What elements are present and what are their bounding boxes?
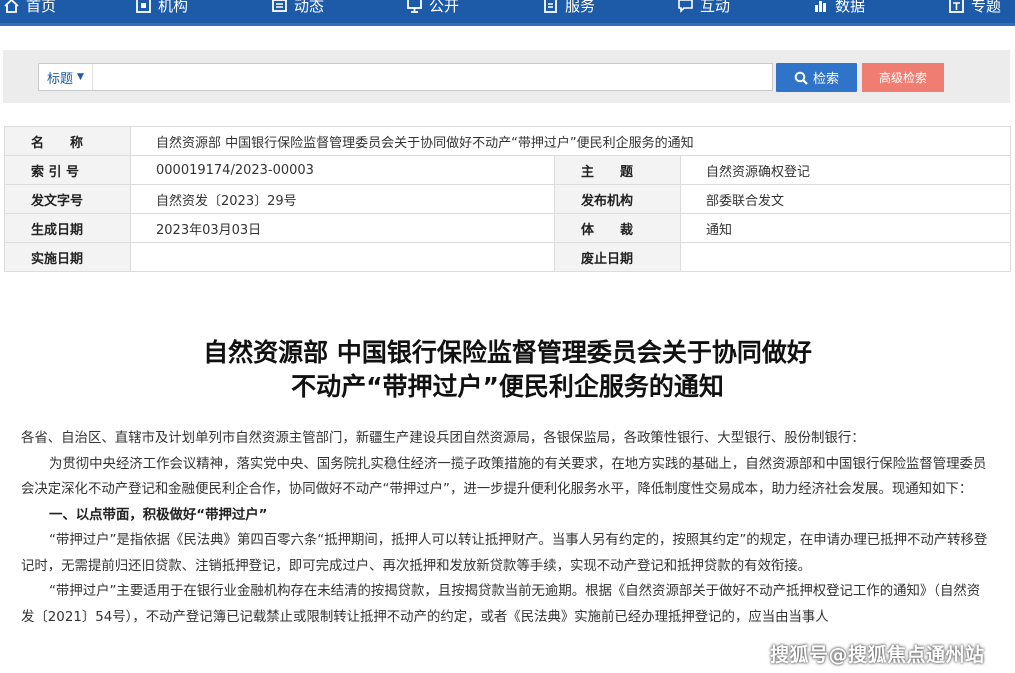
search-icon	[794, 71, 808, 85]
search-bar: 标题 ▼	[3, 50, 1010, 103]
article-salutation: 各省、自治区、直辖市及计划单列市自然资源主管部门，新疆生产建设兵团自然资源局，各…	[21, 431, 865, 446]
expire-label: 废止日期	[554, 242, 681, 272]
docno-value: 自然资发〔2023〕29号	[130, 184, 555, 214]
article-title-line1: 自然资源部 中国银行保险监督管理委员会关于协同做好	[203, 338, 812, 367]
nav-label: 公开	[429, 0, 460, 15]
search-button-label: 检索	[812, 72, 839, 87]
docno-label: 发文字号	[4, 184, 131, 214]
search-button[interactable]: 检索	[776, 63, 857, 92]
table-row: 生成日期 2023年03月03日 体 裁 通知	[4, 213, 1012, 243]
table-row: 名 称 自然资源部 中国银行保险监督管理委员会关于协同做好不动产“带押过户”便民…	[4, 126, 1012, 156]
watermark: 搜狐号@搜狐焦点通州站	[770, 644, 985, 666]
table-row: 索 引 号 000019174/2023-00003 主 题 自然资源确权登记	[4, 155, 1012, 185]
topic-value: 自然资源确权登记	[679, 155, 1012, 185]
genre-value: 通知	[679, 213, 1012, 243]
monitor-icon	[407, 0, 422, 13]
nav-item-home[interactable]: 首页	[4, 0, 56, 16]
expire-value	[679, 242, 1012, 272]
home-icon	[4, 0, 19, 13]
document-info-table: 名 称 自然资源部 中国银行保险监督管理委员会关于协同做好不动产“带押过户”便民…	[4, 126, 1012, 272]
section-heading: 一、以点带面，积极做好“带押过户”	[49, 507, 268, 523]
name-label: 名 称	[4, 126, 131, 156]
nav-label: 动态	[294, 0, 325, 15]
nav-label: 首页	[26, 0, 57, 15]
table-row: 实施日期 废止日期	[4, 242, 1012, 272]
name-value: 自然资源部 中国银行保险监督管理委员会关于协同做好不动产“带押过户”便民利企服务…	[129, 126, 1012, 156]
topic-label: 主 题	[554, 155, 681, 185]
chart-icon	[813, 0, 828, 13]
effective-value	[130, 242, 555, 272]
chat-icon	[678, 0, 693, 13]
table-row: 发文字号 自然资发〔2023〕29号 发布机构 部委联合发文	[4, 184, 1012, 214]
effective-label: 实施日期	[4, 242, 131, 272]
nav-item-org[interactable]: 机构	[136, 0, 188, 16]
org-icon	[136, 0, 151, 13]
advanced-search-button[interactable]: 高级检索	[862, 63, 944, 92]
index-value: 000019174/2023-00003	[130, 155, 555, 185]
search-input[interactable]	[97, 66, 767, 88]
caret-down-icon: ▼	[77, 72, 84, 82]
nav-label: 服务	[565, 0, 596, 15]
nav-item-topic[interactable]: 专题	[949, 0, 1001, 16]
nav-label: 机构	[158, 0, 189, 15]
article-title-line2: 不动产“带押过户”便民利企服务的通知	[291, 372, 724, 401]
advanced-search-label: 高级检索	[878, 71, 927, 85]
nav-item-data[interactable]: 数据	[813, 0, 865, 16]
nav-label: 数据	[835, 0, 866, 15]
article-paragraph: “带押过户”主要适用于在银行业金融机构存在未结清的按揭贷款，且按揭贷款当前无逾期…	[21, 584, 981, 625]
created-label: 生成日期	[4, 213, 131, 243]
nav-item-public[interactable]: 公开	[407, 0, 459, 16]
news-icon	[272, 0, 287, 13]
nav-item-service[interactable]: 服务	[543, 0, 595, 16]
genre-label: 体 裁	[554, 213, 681, 243]
created-value: 2023年03月03日	[130, 213, 555, 243]
search-field-select[interactable]: 标题 ▼	[39, 64, 93, 90]
article-title: 自然资源部 中国银行保险监督管理委员会关于协同做好 不动产“带押过户”便民利企服…	[0, 336, 1015, 404]
document-icon	[543, 0, 558, 13]
search-select-label: 标题	[47, 71, 74, 87]
nav-label: 专题	[971, 0, 1002, 15]
search-box: 标题 ▼	[38, 63, 773, 91]
nav-divider	[0, 23, 1015, 26]
nav-item-interact[interactable]: 互动	[678, 0, 730, 16]
nav-label: 互动	[700, 0, 731, 15]
publisher-label: 发布机构	[554, 184, 681, 214]
index-label: 索 引 号	[4, 155, 131, 185]
article-paragraph: “带押过户”是指依据《民法典》第四百零六条“抵押期间，抵押人可以转让抵押财产。当…	[21, 533, 988, 574]
topic-icon	[949, 0, 964, 13]
publisher-value: 部委联合发文	[679, 184, 1012, 214]
article-body: 各省、自治区、直辖市及计划单列市自然资源主管部门，新疆生产建设兵团自然资源局，各…	[21, 426, 991, 630]
article-paragraph: 为贯彻中央经济工作会议精神，落实党中央、国务院扎实稳住经济一揽子政策措施的有关要…	[21, 456, 987, 498]
top-navigation: 首页 机构 动态 公开 服务 互动 数据 专题	[0, 0, 1015, 23]
nav-item-news[interactable]: 动态	[272, 0, 324, 16]
